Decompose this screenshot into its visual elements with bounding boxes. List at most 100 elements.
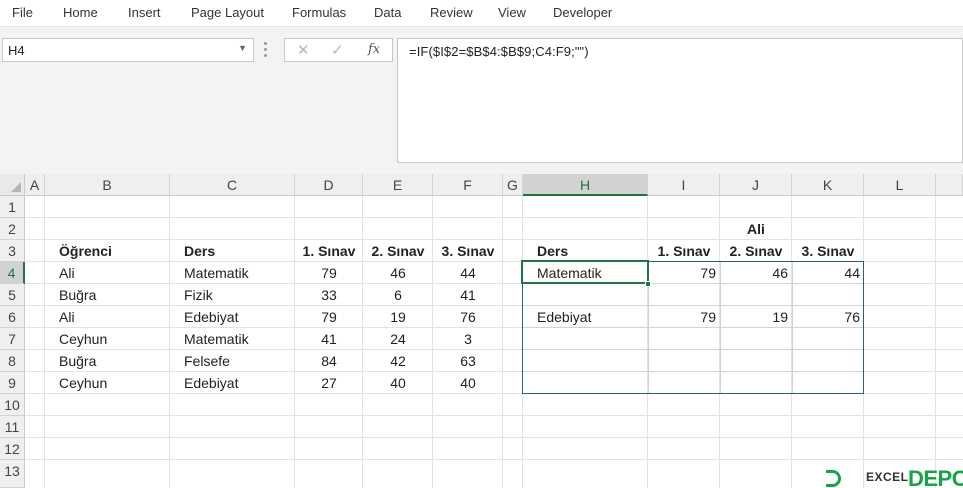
menu-file[interactable]: File: [12, 5, 33, 20]
chevron-down-icon[interactable]: ▼: [238, 43, 247, 53]
row-header-4[interactable]: 4: [0, 262, 25, 284]
gridline: [25, 459, 963, 460]
cell-h6[interactable]: Edebiyat: [523, 306, 648, 328]
cell-d8[interactable]: 84: [295, 350, 363, 372]
cell-h3[interactable]: Ders: [523, 240, 648, 262]
cell-f8[interactable]: 63: [433, 350, 503, 372]
formula-input[interactable]: =IF($I$2=$B$4:$B$9;C4:F9;""): [397, 38, 963, 163]
name-box[interactable]: H4 ▼: [2, 38, 254, 62]
column-header-l[interactable]: L: [864, 174, 936, 196]
fill-handle[interactable]: [645, 281, 651, 287]
row-header-5[interactable]: 5: [0, 284, 25, 306]
cell-f5[interactable]: 41: [433, 284, 503, 306]
cell-b4[interactable]: Ali: [45, 262, 170, 284]
cell-d3[interactable]: 1. Sınav: [295, 240, 363, 262]
cell-e9[interactable]: 40: [363, 372, 433, 394]
menu-developer[interactable]: Developer: [553, 5, 612, 20]
row-header-7[interactable]: 7: [0, 328, 25, 350]
insert-function-icon[interactable]: fx: [368, 42, 380, 57]
cell-d7[interactable]: 41: [295, 328, 363, 350]
cell-c3[interactable]: Ders: [170, 240, 295, 262]
menu-page-layout[interactable]: Page Layout: [191, 5, 264, 20]
cell-k3[interactable]: 3. Sınav: [792, 240, 864, 262]
cell-h4[interactable]: Matematik: [523, 262, 648, 284]
row-header-10[interactable]: 10: [0, 394, 25, 416]
column-header-m[interactable]: [936, 174, 963, 196]
cell-i4[interactable]: 79: [648, 262, 720, 284]
cell-e6[interactable]: 19: [363, 306, 433, 328]
cell-f7[interactable]: 3: [433, 328, 503, 350]
cell-b3[interactable]: Öğrenci: [45, 240, 170, 262]
cell-b5[interactable]: Buğra: [45, 284, 170, 306]
drag-handle-icon[interactable]: [264, 42, 267, 58]
column-header-f[interactable]: F: [433, 174, 503, 196]
cell-j3[interactable]: 2. Sınav: [720, 240, 792, 262]
cell-d4[interactable]: 79: [295, 262, 363, 284]
formula-text: =IF($I$2=$B$4:$B$9;C4:F9;""): [409, 44, 589, 59]
cell-e5[interactable]: 6: [363, 284, 433, 306]
cell-j6[interactable]: 19: [720, 306, 792, 328]
menu-review[interactable]: Review: [430, 5, 473, 20]
cell-c7[interactable]: Matematik: [170, 328, 295, 350]
row-header-13[interactable]: 13: [0, 460, 25, 488]
cell-f3[interactable]: 3. Sınav: [433, 240, 503, 262]
menu-bar: File Home Insert Page Layout Formulas Da…: [0, 0, 963, 27]
cell-d6[interactable]: 79: [295, 306, 363, 328]
column-header-k[interactable]: K: [792, 174, 864, 196]
cell-c9[interactable]: Edebiyat: [170, 372, 295, 394]
cell-e4[interactable]: 46: [363, 262, 433, 284]
spreadsheet-grid[interactable]: A B C D E F G H I J K L 1 2 3 4 5 6 7 8 …: [0, 174, 963, 488]
cell-c6[interactable]: Edebiyat: [170, 306, 295, 328]
row-header-6[interactable]: 6: [0, 306, 25, 328]
menu-insert[interactable]: Insert: [128, 5, 161, 20]
cell-e7[interactable]: 24: [363, 328, 433, 350]
row-header-9[interactable]: 9: [0, 372, 25, 394]
logo-brand: DEPO: [908, 466, 963, 488]
menu-formulas[interactable]: Formulas: [292, 5, 346, 20]
column-header-c[interactable]: C: [170, 174, 295, 196]
column-header-b[interactable]: B: [45, 174, 170, 196]
name-box-value: H4: [8, 43, 25, 58]
column-header-i[interactable]: I: [648, 174, 720, 196]
gridline: [25, 437, 963, 438]
menu-view[interactable]: View: [498, 5, 526, 20]
select-all-button[interactable]: [0, 174, 25, 196]
row-header-1[interactable]: 1: [0, 196, 25, 218]
cell-j2[interactable]: Ali: [720, 218, 792, 240]
cell-b9[interactable]: Ceyhun: [45, 372, 170, 394]
row-header-8[interactable]: 8: [0, 350, 25, 372]
cell-j4[interactable]: 46: [720, 262, 792, 284]
cell-c5[interactable]: Fizik: [170, 284, 295, 306]
cell-b7[interactable]: Ceyhun: [45, 328, 170, 350]
cell-k4[interactable]: 44: [792, 262, 864, 284]
cell-i6[interactable]: 79: [648, 306, 720, 328]
cell-i3[interactable]: 1. Sınav: [648, 240, 720, 262]
cell-e3[interactable]: 2. Sınav: [363, 240, 433, 262]
row-header-3[interactable]: 3: [0, 240, 25, 262]
gridline: [25, 415, 963, 416]
check-icon[interactable]: ✓: [331, 41, 344, 59]
cell-b8[interactable]: Buğra: [45, 350, 170, 372]
column-header-g[interactable]: G: [503, 174, 523, 196]
column-header-a[interactable]: A: [25, 174, 45, 196]
cell-f9[interactable]: 40: [433, 372, 503, 394]
row-header-11[interactable]: 11: [0, 416, 25, 438]
cell-b6[interactable]: Ali: [45, 306, 170, 328]
cell-c8[interactable]: Felsefe: [170, 350, 295, 372]
menu-data[interactable]: Data: [374, 5, 401, 20]
column-header-h[interactable]: H: [523, 174, 648, 196]
row-header-12[interactable]: 12: [0, 438, 25, 460]
column-header-j[interactable]: J: [720, 174, 792, 196]
column-header-e[interactable]: E: [363, 174, 433, 196]
cell-d5[interactable]: 33: [295, 284, 363, 306]
cell-e8[interactable]: 42: [363, 350, 433, 372]
cell-d9[interactable]: 27: [295, 372, 363, 394]
menu-home[interactable]: Home: [63, 5, 98, 20]
cell-f4[interactable]: 44: [433, 262, 503, 284]
cancel-icon[interactable]: ✕: [297, 41, 310, 59]
cell-k6[interactable]: 76: [792, 306, 864, 328]
column-header-d[interactable]: D: [295, 174, 363, 196]
row-header-2[interactable]: 2: [0, 218, 25, 240]
cell-c4[interactable]: Matematik: [170, 262, 295, 284]
cell-f6[interactable]: 76: [433, 306, 503, 328]
